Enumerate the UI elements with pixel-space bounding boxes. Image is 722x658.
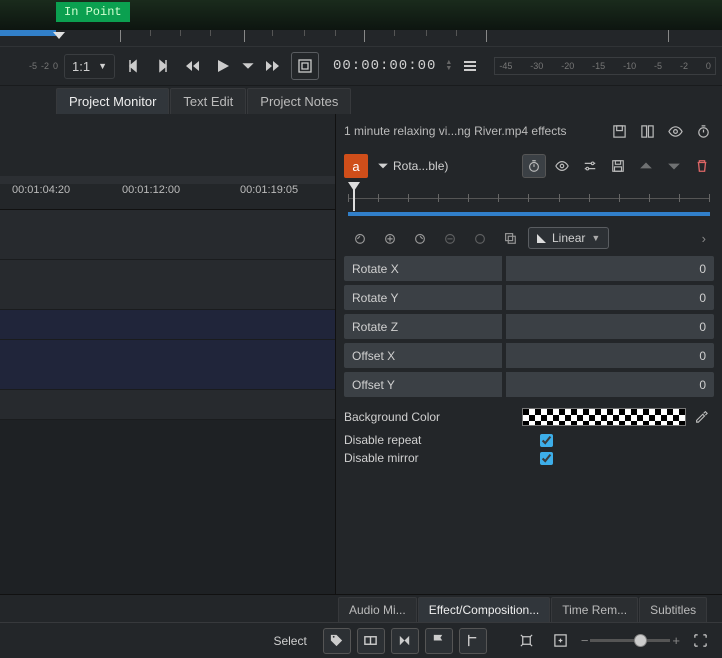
save-effect-icon[interactable]	[608, 120, 630, 142]
more-arrow-icon[interactable]: ›	[698, 227, 710, 250]
play-button[interactable]	[211, 54, 235, 78]
linear-icon	[537, 234, 546, 243]
flag-tool[interactable]	[425, 628, 453, 654]
monitor-tabs: Project Monitor Text Edit Project Notes	[0, 86, 722, 114]
zoom-tool[interactable]	[547, 628, 575, 654]
timecode-spinner[interactable]: ▲▼	[445, 60, 452, 72]
move-down-icon[interactable]	[662, 154, 686, 178]
select-tool-label[interactable]: Select	[263, 630, 316, 652]
delete-icon[interactable]	[690, 154, 714, 178]
param-value[interactable]: 0	[506, 285, 714, 310]
timeline-toolbar: Select − +	[0, 622, 722, 658]
settings-icon[interactable]	[578, 154, 602, 178]
save-icon[interactable]	[606, 154, 630, 178]
param-rotate-y: Rotate Y 0	[344, 285, 714, 310]
tab-project-monitor[interactable]: Project Monitor	[56, 88, 169, 114]
prev-keyframe-icon[interactable]	[348, 226, 372, 250]
remove-keyframe-icon[interactable]	[438, 226, 462, 250]
param-value[interactable]: 0	[506, 314, 714, 339]
move-up-icon[interactable]	[634, 154, 658, 178]
copy-keyframe-icon[interactable]	[498, 226, 522, 250]
color-picker-icon[interactable]	[694, 409, 714, 426]
zoom-slider[interactable]: − +	[581, 633, 680, 648]
tab-text-edit[interactable]: Text Edit	[170, 88, 246, 114]
marker-tool[interactable]	[459, 628, 487, 654]
timeline-ruler[interactable]: 00:01:04:20 00:01:12:00 00:01:19:05	[0, 176, 335, 210]
forward-button[interactable]	[261, 54, 285, 78]
fullscreen-button[interactable]	[291, 52, 319, 80]
zoom-select[interactable]: 1:1 ▼	[64, 54, 115, 79]
keyframe-timeline[interactable]	[348, 184, 710, 212]
timeline-track[interactable]	[0, 210, 335, 260]
disable-repeat-row: Disable repeat	[336, 431, 722, 449]
param-value[interactable]: 0	[506, 256, 714, 281]
effects-header: 1 minute relaxing vi...ng River.mp4 effe…	[336, 114, 722, 148]
timeline-track[interactable]	[0, 390, 335, 420]
chevron-down-icon: ▼	[98, 61, 107, 71]
rewind-button[interactable]	[181, 54, 205, 78]
disable-mirror-row: Disable mirror	[336, 449, 722, 467]
clip-title: 1 minute relaxing vi...ng River.mp4 effe…	[344, 124, 602, 138]
eye-icon[interactable]	[664, 120, 686, 142]
param-offset-y: Offset Y 0	[344, 372, 714, 397]
tab-audio-mixer[interactable]: Audio Mi...	[338, 597, 417, 622]
keyframe-cursor-icon[interactable]	[348, 182, 360, 191]
split-view-icon[interactable]	[636, 120, 658, 142]
effect-name-dropdown[interactable]: Rota...ble)	[372, 156, 453, 176]
disable-mirror-checkbox[interactable]	[540, 452, 553, 465]
parameter-list: Rotate X 0 Rotate Y 0 Rotate Z 0 Offset …	[336, 256, 722, 397]
tab-project-notes[interactable]: Project Notes	[247, 88, 351, 114]
timeline-track[interactable]	[0, 310, 335, 340]
timeline-track[interactable]	[0, 260, 335, 310]
preview-ruler[interactable]	[0, 30, 722, 46]
interpolation-select[interactable]: Linear ▼	[528, 227, 609, 249]
overwrite-tool[interactable]	[391, 628, 419, 654]
db-scale-right: -45 -30 -20 -15 -10 -5 -2 0	[494, 57, 716, 75]
effects-panel: 1 minute relaxing vi...ng River.mp4 effe…	[336, 114, 722, 594]
in-point-label: In Point	[56, 2, 130, 22]
bg-color-label: Background Color	[344, 410, 440, 424]
zoom-label: 1:1	[72, 59, 90, 74]
fit-zoom-tool[interactable]	[513, 628, 541, 654]
effect-panel-tabs: Audio Mi... Effect/Composition... Time R…	[0, 594, 722, 622]
chevron-down-icon: ▼	[591, 233, 600, 243]
tab-effect-composition[interactable]: Effect/Composition...	[418, 597, 551, 622]
disable-repeat-checkbox[interactable]	[540, 434, 553, 447]
param-value[interactable]: 0	[506, 372, 714, 397]
timecode-display[interactable]: 00:00:00:00	[333, 58, 436, 74]
timeline[interactable]: 00:01:04:20 00:01:12:00 00:01:19:05	[0, 114, 336, 594]
playhead-icon[interactable]	[53, 32, 65, 39]
tab-subtitles[interactable]: Subtitles	[639, 597, 707, 622]
timeline-track[interactable]	[0, 340, 335, 390]
param-rotate-x: Rotate X 0	[344, 256, 714, 281]
keyframe-toolbar: Linear ▼ ›	[336, 224, 722, 256]
visibility-toggle-icon[interactable]	[550, 154, 574, 178]
set-in-point-button[interactable]	[121, 54, 145, 78]
color-swatch[interactable]	[522, 408, 686, 426]
param-offset-x: Offset X 0	[344, 343, 714, 368]
expand-tool[interactable]	[686, 628, 714, 654]
param-rotate-z: Rotate Z 0	[344, 314, 714, 339]
menu-button[interactable]	[458, 54, 482, 78]
param-value[interactable]: 0	[506, 343, 714, 368]
next-keyframe-icon[interactable]	[408, 226, 432, 250]
effect-badge[interactable]: a	[344, 154, 368, 178]
monitor-preview: In Point	[0, 0, 722, 30]
play-options-chevron[interactable]	[241, 54, 255, 78]
timer-icon[interactable]	[692, 120, 714, 142]
keyframe-toggle-icon[interactable]	[522, 154, 546, 178]
background-color-row: Background Color	[336, 397, 722, 431]
kf-icon[interactable]	[468, 226, 492, 250]
insert-tool[interactable]	[357, 628, 385, 654]
tab-time-remap[interactable]: Time Rem...	[551, 597, 638, 622]
db-scale-left: -5 -2 0	[6, 61, 58, 71]
transport-bar: -5 -2 0 1:1 ▼ 00:00:00:00 ▲▼ -45 -30 -20…	[0, 46, 722, 86]
add-keyframe-icon[interactable]	[378, 226, 402, 250]
keyframe-progress	[348, 212, 710, 216]
effect-instance-row: a Rota...ble)	[336, 148, 722, 184]
set-out-point-button[interactable]	[151, 54, 175, 78]
tag-tool[interactable]	[323, 628, 351, 654]
